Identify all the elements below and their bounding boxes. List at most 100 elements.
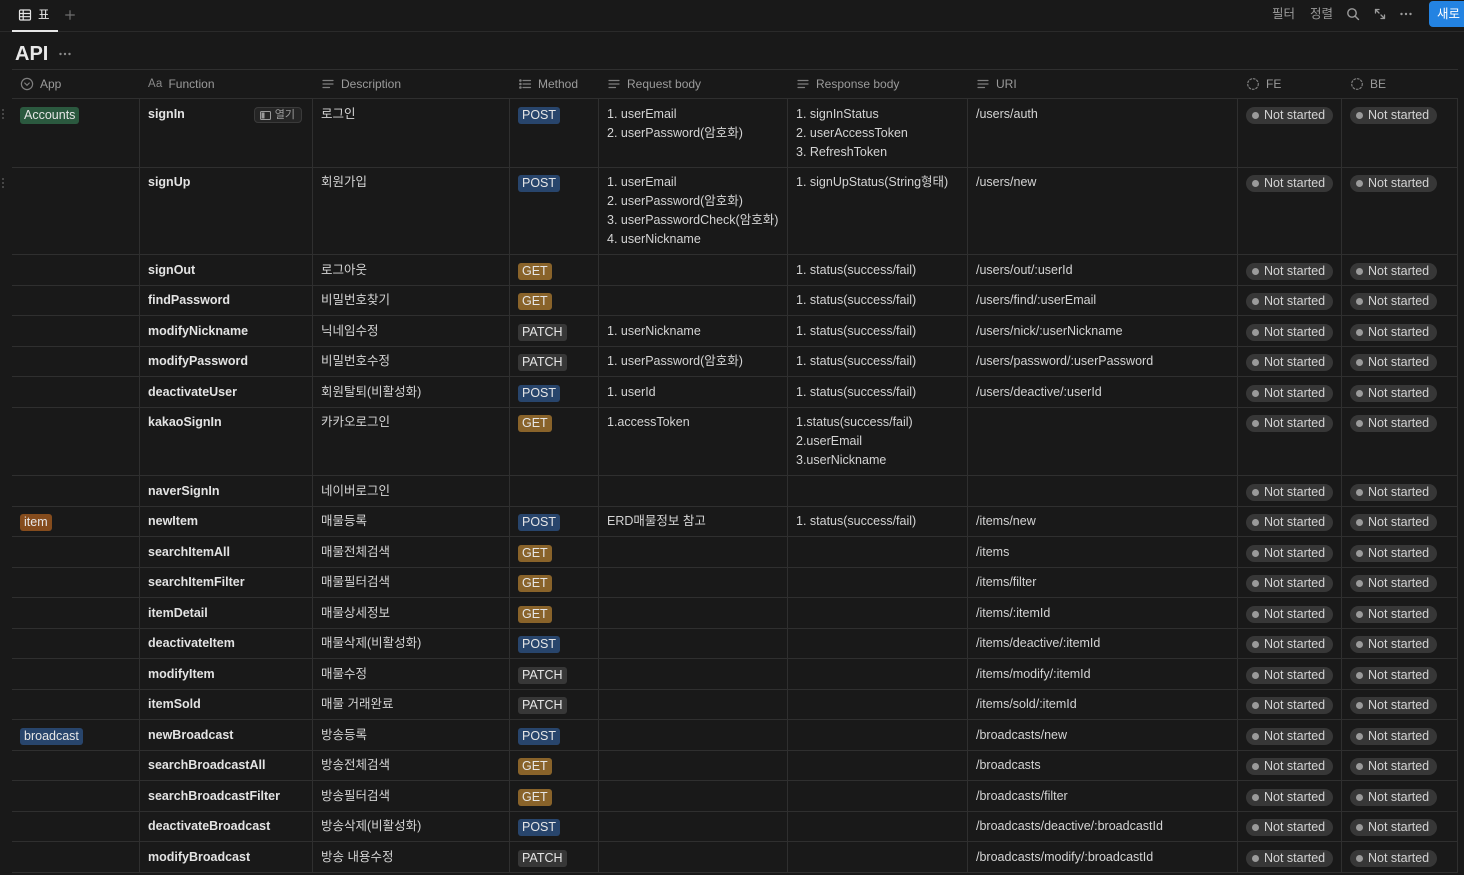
cell-uri[interactable]: /broadcasts xyxy=(968,750,1238,780)
cell-fe-status[interactable]: Not started xyxy=(1238,781,1342,811)
cell-uri[interactable]: /broadcasts/new xyxy=(968,720,1238,750)
column-header-fe[interactable]: FE xyxy=(1238,70,1342,98)
cell-method[interactable]: GET xyxy=(510,567,599,597)
cell-description[interactable]: 회원탈퇴(비활성화) xyxy=(313,377,510,407)
cell-description[interactable]: 비밀번호찾기 xyxy=(313,285,510,315)
cell-method[interactable]: PATCH xyxy=(510,346,599,376)
cell-request-body[interactable] xyxy=(599,285,788,315)
cell-request-body[interactable] xyxy=(599,255,788,285)
cell-fe-status[interactable]: Not started xyxy=(1238,689,1342,719)
cell-response-body[interactable]: 1. status(success/fail) xyxy=(788,506,968,536)
cell-function[interactable]: searchBroadcastAll xyxy=(140,750,313,780)
cell-function[interactable]: naverSignIn xyxy=(140,476,313,506)
cell-app[interactable] xyxy=(12,567,140,597)
cell-method[interactable] xyxy=(510,476,599,506)
cell-uri[interactable]: /items/modify/:itemId xyxy=(968,659,1238,689)
cell-response-body[interactable] xyxy=(788,659,968,689)
cell-request-body[interactable]: 1.accessToken xyxy=(599,407,788,475)
cell-description[interactable]: 매물 거래완료 xyxy=(313,689,510,719)
cell-function[interactable]: signOut xyxy=(140,255,313,285)
cell-description[interactable]: 매물등록 xyxy=(313,506,510,536)
cell-function[interactable]: findPassword xyxy=(140,285,313,315)
cell-request-body[interactable] xyxy=(599,567,788,597)
cell-description[interactable]: 네이버로그인 xyxy=(313,476,510,506)
cell-fe-status[interactable]: Not started xyxy=(1238,346,1342,376)
cell-request-body[interactable] xyxy=(599,750,788,780)
cell-request-body[interactable] xyxy=(599,659,788,689)
cell-app[interactable] xyxy=(12,476,140,506)
cell-fe-status[interactable]: Not started xyxy=(1238,99,1342,167)
cell-app[interactable] xyxy=(12,689,140,719)
cell-function[interactable]: searchItemAll xyxy=(140,537,313,567)
cell-method[interactable]: POST xyxy=(510,720,599,750)
cell-description[interactable]: 방송등록 xyxy=(313,720,510,750)
cell-app[interactable] xyxy=(12,811,140,841)
cell-app[interactable] xyxy=(12,659,140,689)
cell-uri[interactable]: /items/new xyxy=(968,506,1238,536)
cell-response-body[interactable]: 1. status(success/fail) xyxy=(788,346,968,376)
cell-fe-status[interactable]: Not started xyxy=(1238,285,1342,315)
cell-request-body[interactable] xyxy=(599,720,788,750)
cell-uri[interactable]: /users/out/:userId xyxy=(968,255,1238,285)
cell-response-body[interactable]: 1.status(success/fail) 2.userEmail 3.userN… xyxy=(788,407,968,475)
cell-description[interactable]: 비밀번호수정 xyxy=(313,346,510,376)
more-icon[interactable] xyxy=(58,47,72,61)
cell-function[interactable]: modifyPassword xyxy=(140,346,313,376)
cell-fe-status[interactable]: Not started xyxy=(1238,842,1342,872)
view-tab-table[interactable]: 표 xyxy=(12,0,58,32)
column-header-function[interactable]: Aa Function xyxy=(140,70,313,98)
cell-response-body[interactable] xyxy=(788,720,968,750)
cell-uri[interactable]: /users/nick/:userNickname xyxy=(968,316,1238,346)
cell-uri[interactable]: /items/sold/:itemId xyxy=(968,689,1238,719)
cell-description[interactable]: 로그아웃 xyxy=(313,255,510,285)
new-button[interactable]: 새로 xyxy=(1429,1,1464,27)
cell-request-body[interactable] xyxy=(599,811,788,841)
database-title[interactable]: API xyxy=(15,41,48,67)
cell-app[interactable] xyxy=(12,377,140,407)
cell-be-status[interactable]: Not started xyxy=(1342,567,1458,597)
add-view-button[interactable] xyxy=(62,7,78,23)
cell-app[interactable] xyxy=(12,628,140,658)
cell-be-status[interactable]: Not started xyxy=(1342,811,1458,841)
cell-method[interactable]: POST xyxy=(510,99,599,167)
cell-description[interactable]: 매물삭제(비활성화) xyxy=(313,628,510,658)
cell-response-body[interactable] xyxy=(788,811,968,841)
column-header-description[interactable]: Description xyxy=(313,70,510,98)
cell-fe-status[interactable]: Not started xyxy=(1238,255,1342,285)
cell-be-status[interactable]: Not started xyxy=(1342,842,1458,872)
cell-response-body[interactable] xyxy=(788,750,968,780)
cell-request-body[interactable]: 1. userEmail 2. userPassword(암호화) 3. userP… xyxy=(599,167,788,254)
cell-be-status[interactable]: Not started xyxy=(1342,781,1458,811)
cell-description[interactable]: 매물수정 xyxy=(313,659,510,689)
drag-handle-icon[interactable] xyxy=(0,107,6,121)
cell-response-body[interactable] xyxy=(788,537,968,567)
cell-uri[interactable]: /items xyxy=(968,537,1238,567)
cell-function[interactable]: modifyBroadcast xyxy=(140,842,313,872)
cell-request-body[interactable] xyxy=(599,842,788,872)
cell-uri[interactable]: /items/:itemId xyxy=(968,598,1238,628)
cell-be-status[interactable]: Not started xyxy=(1342,346,1458,376)
cell-method[interactable]: GET xyxy=(510,407,599,475)
cell-request-body[interactable] xyxy=(599,537,788,567)
cell-function[interactable]: signUp xyxy=(140,167,313,254)
cell-app[interactable] xyxy=(12,598,140,628)
cell-function[interactable]: itemSold xyxy=(140,689,313,719)
cell-response-body[interactable] xyxy=(788,842,968,872)
cell-description[interactable]: 방송전체검색 xyxy=(313,750,510,780)
cell-request-body[interactable]: 1. userId xyxy=(599,377,788,407)
cell-app[interactable] xyxy=(12,537,140,567)
cell-app[interactable] xyxy=(12,346,140,376)
cell-function[interactable]: modifyNickname xyxy=(140,316,313,346)
cell-be-status[interactable]: Not started xyxy=(1342,537,1458,567)
cell-fe-status[interactable]: Not started xyxy=(1238,598,1342,628)
cell-fe-status[interactable]: Not started xyxy=(1238,377,1342,407)
cell-description[interactable]: 카카오로그인 xyxy=(313,407,510,475)
column-header-be[interactable]: BE xyxy=(1342,70,1458,98)
cell-response-body[interactable] xyxy=(788,476,968,506)
cell-function[interactable]: deactivateBroadcast xyxy=(140,811,313,841)
cell-fe-status[interactable]: Not started xyxy=(1238,167,1342,254)
cell-uri[interactable]: /broadcasts/filter xyxy=(968,781,1238,811)
cell-uri[interactable] xyxy=(968,407,1238,475)
cell-response-body[interactable] xyxy=(788,567,968,597)
cell-request-body[interactable]: 1. userEmail 2. userPassword(암호화) xyxy=(599,99,788,167)
